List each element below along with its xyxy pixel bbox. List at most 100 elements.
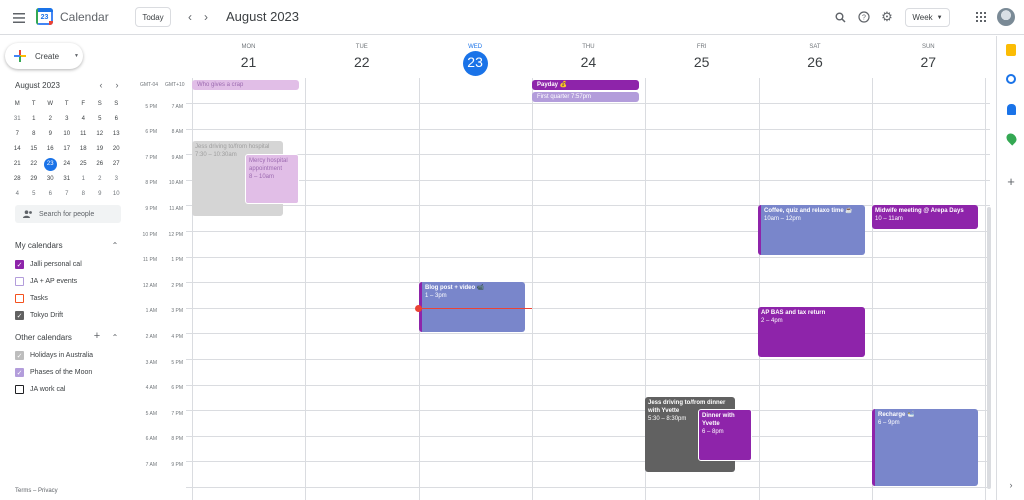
mini-day[interactable]: 9: [92, 187, 109, 202]
day-number[interactable]: 24: [532, 54, 645, 70]
mini-day[interactable]: 20: [108, 142, 125, 157]
mini-day[interactable]: 13: [108, 127, 125, 142]
mini-day[interactable]: 11: [75, 127, 92, 142]
settings-gear-icon[interactable]: ⚙: [879, 9, 895, 25]
mini-next-month-icon[interactable]: ›: [112, 80, 122, 90]
today-button[interactable]: Today: [135, 7, 171, 27]
calendar-checkbox[interactable]: ✓: [15, 368, 24, 377]
mini-day[interactable]: 6: [42, 187, 59, 202]
terms-privacy-link[interactable]: Terms – Privacy: [15, 488, 58, 494]
mini-day[interactable]: 24: [59, 157, 76, 172]
calendar-list-item[interactable]: ✓ Jalli personal cal: [15, 260, 82, 269]
calendar-list-item[interactable]: ✓ Tokyo Drift: [15, 311, 63, 320]
mini-day[interactable]: 21: [9, 157, 26, 172]
mini-day[interactable]: 27: [108, 157, 125, 172]
other-calendars-title[interactable]: Other calendars: [15, 333, 72, 342]
mini-day[interactable]: 22: [26, 157, 43, 172]
keep-icon[interactable]: [1006, 44, 1016, 56]
event-midwife-meeting[interactable]: Midwife meeting @ Arepa Days 10 – 11am: [872, 205, 978, 229]
event-who-gives-a-crap[interactable]: Who gives a crap: [192, 80, 299, 90]
calendar-list-item[interactable]: ✓ Holidays in Australia: [15, 351, 93, 360]
calendar-checkbox[interactable]: [15, 385, 24, 394]
mini-day[interactable]: 1: [75, 172, 92, 187]
calendar-list-item[interactable]: ✓ Phases of the Moon: [15, 368, 92, 377]
expand-panel-icon[interactable]: ›: [1006, 480, 1016, 490]
collapse-chevron-icon[interactable]: ⌃: [110, 332, 120, 342]
event-blog-post[interactable]: Blog post + video 📹 1 – 3pm: [419, 282, 525, 332]
mini-prev-month-icon[interactable]: ‹: [96, 80, 106, 90]
mini-day[interactable]: 31: [9, 112, 26, 127]
mini-day[interactable]: 18: [75, 142, 92, 157]
calendar-checkbox[interactable]: [15, 294, 24, 303]
mini-day[interactable]: 16: [42, 142, 59, 157]
mini-day[interactable]: 5: [26, 187, 43, 202]
event-first-quarter[interactable]: First quarter 7:57pm: [532, 92, 639, 102]
mini-day[interactable]: 5: [92, 112, 109, 127]
maps-icon[interactable]: [1004, 131, 1019, 146]
calendar-checkbox[interactable]: ✓: [15, 351, 24, 360]
main-menu-icon[interactable]: [10, 9, 28, 27]
next-week-icon[interactable]: ›: [199, 9, 213, 25]
day-number[interactable]: 21: [192, 54, 305, 70]
mini-day[interactable]: 10: [59, 127, 76, 142]
day-number[interactable]: 27: [872, 54, 985, 70]
previous-week-icon[interactable]: ‹: [183, 9, 197, 25]
mini-day[interactable]: 3: [59, 112, 76, 127]
mini-day[interactable]: 10: [108, 187, 125, 202]
add-addon-icon[interactable]: +: [1005, 175, 1017, 188]
calendar-checkbox[interactable]: ✓: [15, 260, 24, 269]
create-button[interactable]: Create ▼: [5, 43, 83, 69]
calendar-list-item[interactable]: JA work cal: [15, 385, 65, 394]
mini-day[interactable]: 8: [26, 127, 43, 142]
day-number[interactable]: 23: [419, 54, 532, 70]
contacts-icon[interactable]: [1007, 104, 1016, 115]
calendar-checkbox[interactable]: [15, 277, 24, 286]
search-icon[interactable]: [832, 9, 848, 25]
add-calendar-icon[interactable]: +: [92, 330, 102, 342]
mini-day[interactable]: 28: [9, 172, 26, 187]
tasks-icon[interactable]: [1006, 74, 1016, 84]
mini-day[interactable]: 2: [42, 112, 59, 127]
help-icon[interactable]: ?: [856, 9, 872, 25]
view-switcher[interactable]: Week ▼: [905, 8, 950, 27]
event-payday[interactable]: Payday 💰: [532, 80, 639, 90]
mini-day[interactable]: 29: [26, 172, 43, 187]
mini-day[interactable]: 17: [59, 142, 76, 157]
mini-day[interactable]: 15: [26, 142, 43, 157]
mini-day[interactable]: 4: [75, 112, 92, 127]
mini-day[interactable]: 6: [108, 112, 125, 127]
calendar-list-item[interactable]: Tasks: [15, 294, 48, 303]
collapse-chevron-icon[interactable]: ⌃: [110, 240, 120, 250]
event-dinner-yvette[interactable]: Dinner with Yvette 6 – 8pm: [698, 409, 752, 461]
mini-day[interactable]: 19: [92, 142, 109, 157]
mini-day[interactable]: 12: [92, 127, 109, 142]
mini-day[interactable]: 1: [26, 112, 43, 127]
grid-scrollbar[interactable]: [987, 207, 991, 489]
event-mercy-hospital[interactable]: Mercy hospital appointment 8 – 10am: [245, 154, 299, 204]
calendar-checkbox[interactable]: ✓: [15, 311, 24, 320]
my-calendars-title[interactable]: My calendars: [15, 241, 63, 250]
mini-day[interactable]: 14: [9, 142, 26, 157]
apps-grid-icon[interactable]: [973, 9, 989, 25]
mini-day[interactable]: 30: [42, 172, 59, 187]
mini-day[interactable]: 26: [92, 157, 109, 172]
account-avatar[interactable]: [997, 8, 1015, 26]
mini-day[interactable]: 7: [59, 187, 76, 202]
mini-day[interactable]: 4: [9, 187, 26, 202]
event-ap-bas[interactable]: AP BAS and tax return 2 – 4pm: [758, 307, 865, 357]
day-number[interactable]: 22: [305, 54, 418, 70]
mini-day[interactable]: 23: [43, 158, 57, 171]
mini-day[interactable]: 25: [75, 157, 92, 172]
day-number[interactable]: 25: [645, 54, 758, 70]
search-people-field[interactable]: Search for people: [15, 205, 121, 223]
mini-day[interactable]: 2: [92, 172, 109, 187]
event-coffee-quiz[interactable]: Coffee, quiz and relaxo time ☕ 10am – 12…: [758, 205, 865, 255]
day-number[interactable]: 26: [759, 54, 872, 70]
calendar-list-item[interactable]: JA + AP events: [15, 277, 77, 286]
calendar-logo-icon[interactable]: 23: [36, 8, 53, 25]
event-recharge[interactable]: Recharge 🛀 6 – 9pm: [872, 409, 978, 486]
mini-day[interactable]: 7: [9, 127, 26, 142]
mini-day[interactable]: 31: [59, 172, 76, 187]
mini-day[interactable]: 9: [42, 127, 59, 142]
mini-day[interactable]: 3: [108, 172, 125, 187]
